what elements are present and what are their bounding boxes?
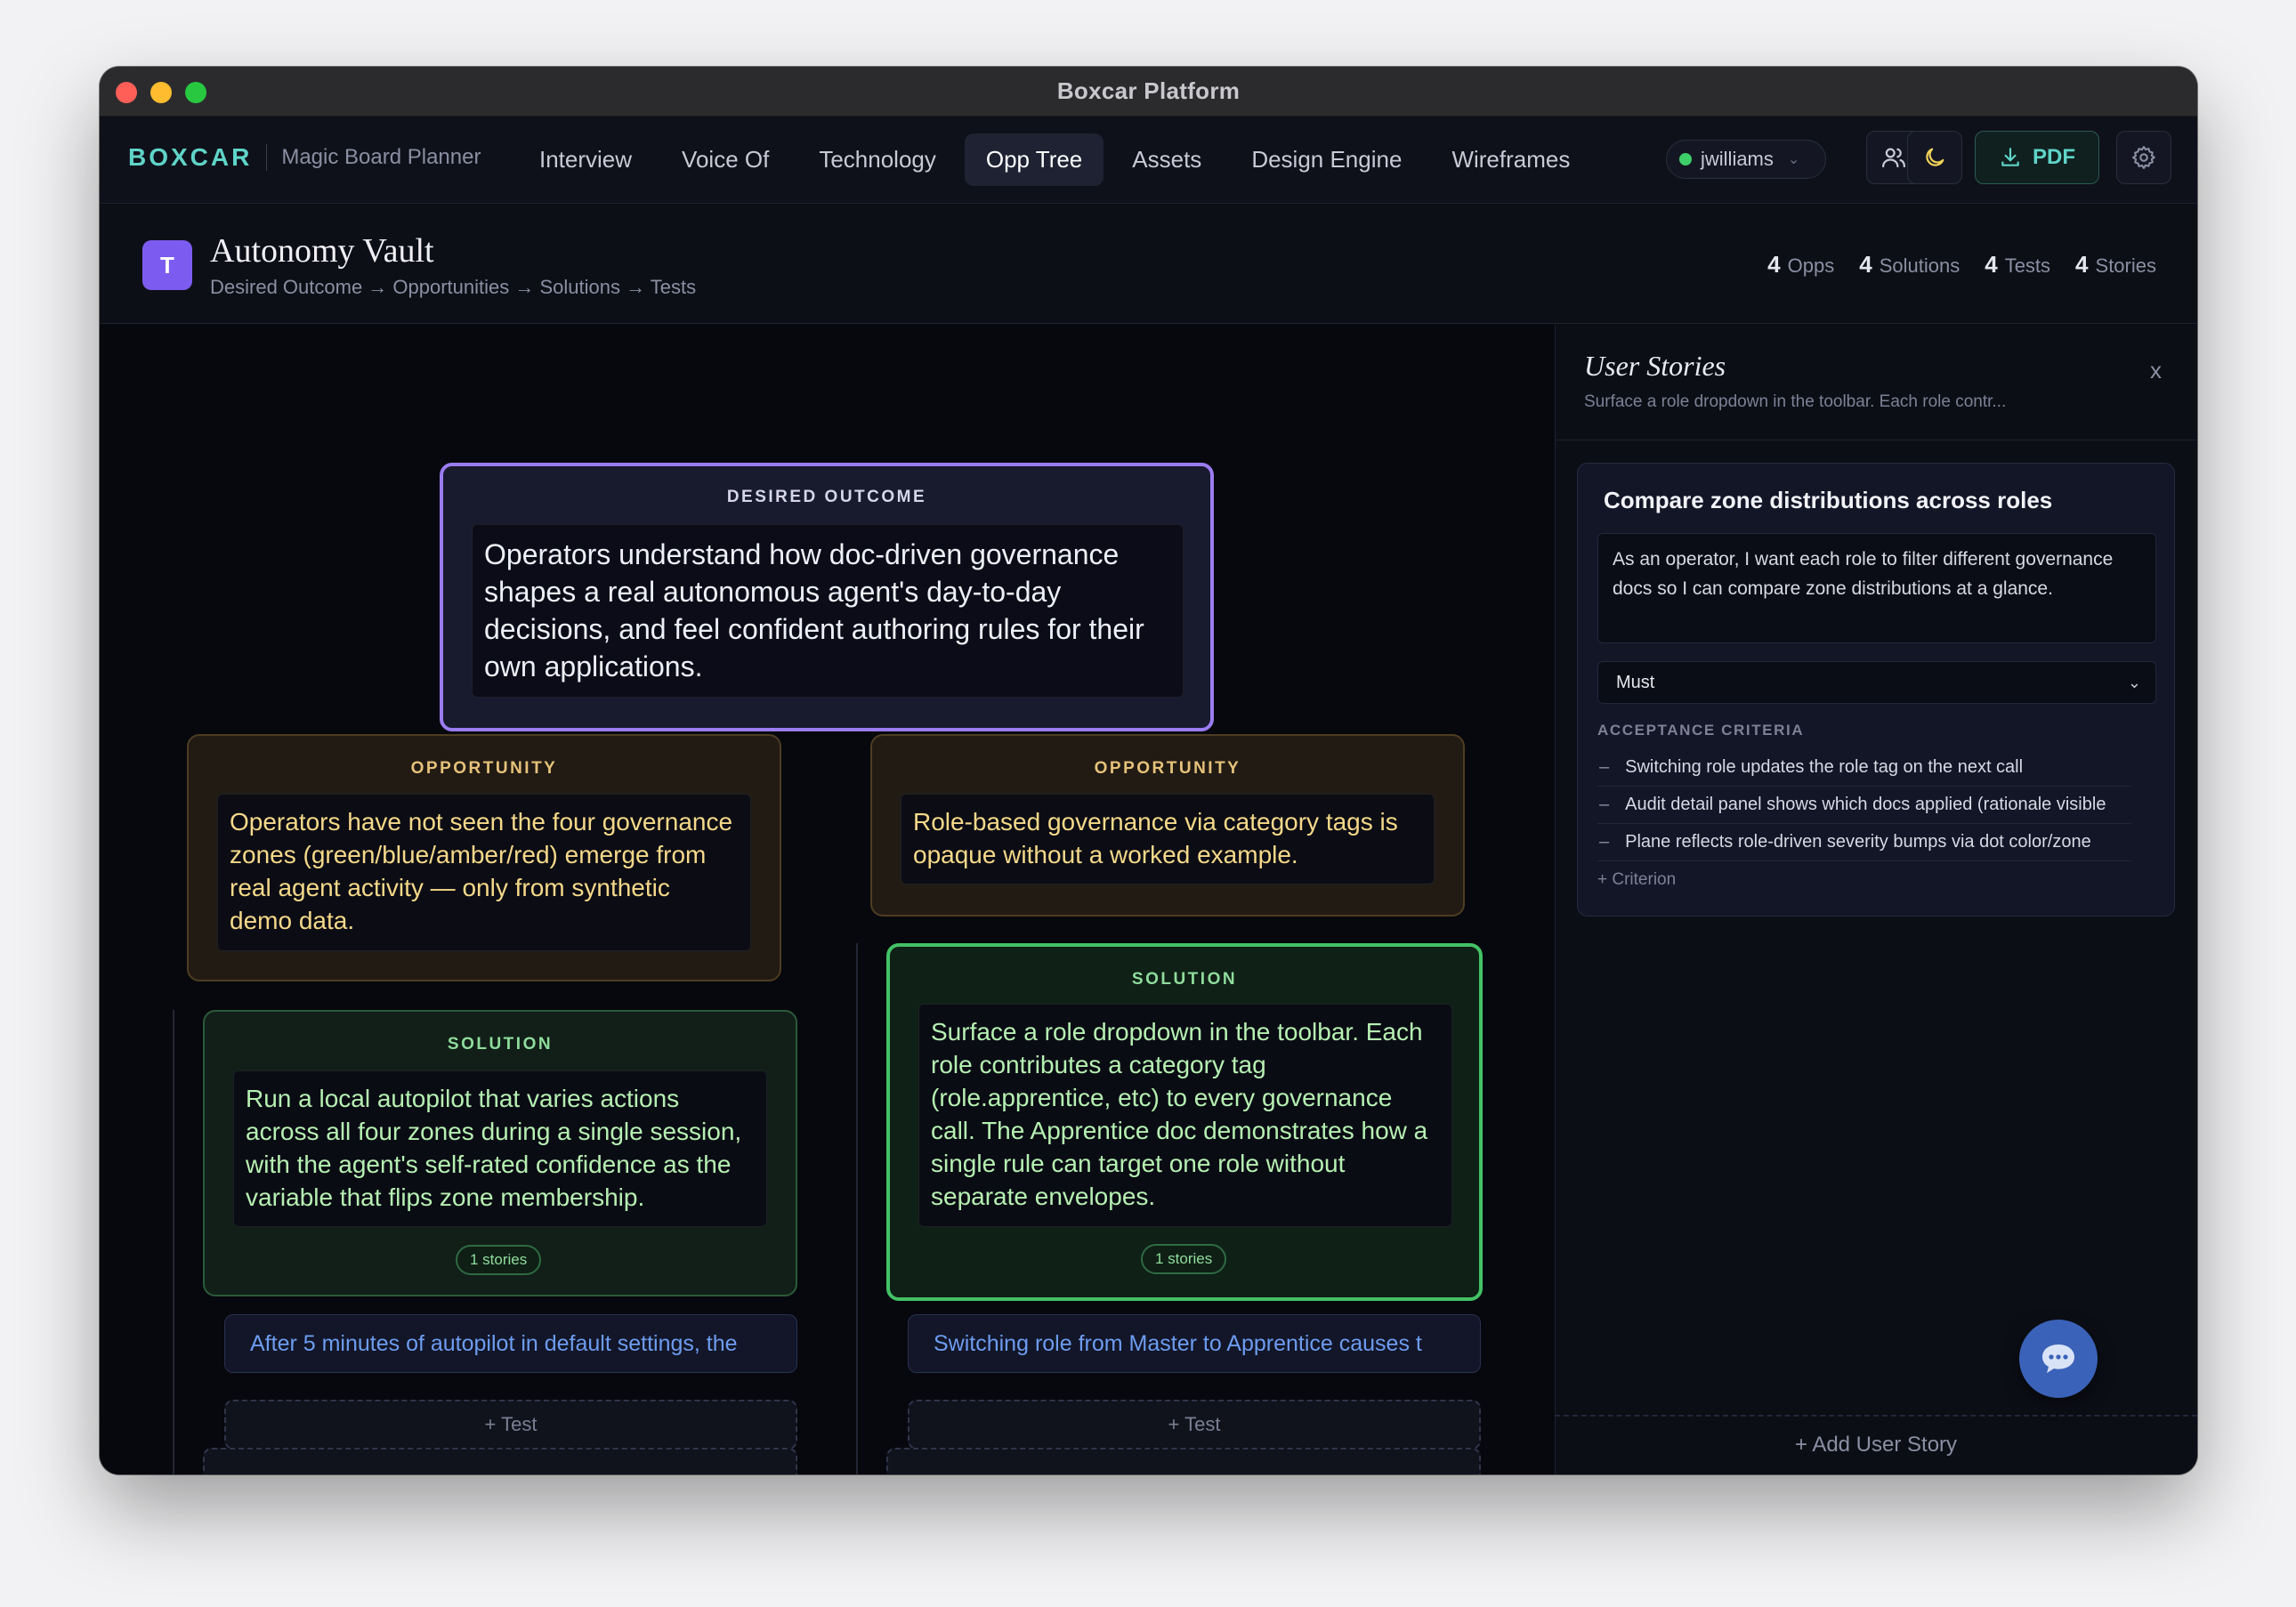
test-input[interactable]: After 5 minutes of autopilot in default …	[224, 1314, 797, 1373]
tab-design-engine[interactable]: Design Engine	[1230, 133, 1423, 186]
nav-tabs: Interview Voice Of Technology Opp Tree A…	[518, 133, 1598, 186]
chat-button[interactable]	[2019, 1320, 2098, 1398]
tab-opp-tree[interactable]: Opp Tree	[964, 133, 1104, 186]
add-test-button[interactable]: + Test	[224, 1400, 797, 1450]
add-solution-button[interactable]	[203, 1448, 797, 1474]
opportunity-textarea[interactable]: Role-based governance via category tags …	[901, 794, 1435, 884]
stat-opps: 4 Opps	[1767, 251, 1835, 278]
chevron-down-icon: ⌄	[1787, 152, 1800, 167]
card-label: DESIRED OUTCOME	[726, 488, 927, 506]
solution-card[interactable]: SOLUTION Run a local autopilot that vari…	[203, 1010, 797, 1296]
top-nav: BOXCAR Magic Board Planner Interview Voi…	[100, 117, 2197, 204]
priority-value: Must	[1616, 673, 1655, 692]
close-window-button[interactable]	[116, 82, 137, 103]
username: jwilliams	[1701, 148, 1774, 170]
card-label: SOLUTION	[1131, 970, 1238, 989]
test-input[interactable]: Switching role from Master to Apprentice…	[908, 1314, 1481, 1373]
dash-icon: –	[1599, 757, 1610, 777]
settings-button[interactable]	[2116, 131, 2171, 184]
tab-voice-of[interactable]: Voice Of	[660, 133, 790, 186]
opportunity-card[interactable]: OPPORTUNITY Operators have not seen the …	[187, 734, 781, 981]
criterion-item[interactable]: – Plane reflects role-driven severity bum…	[1597, 824, 2131, 861]
desired-outcome-card[interactable]: DESIRED OUTCOME Operators understand how…	[440, 463, 1214, 731]
chevron-down-icon: ⌄	[2127, 674, 2141, 691]
breadcrumb: Desired Outcome → Opportunities → Soluti…	[210, 276, 697, 298]
opportunity-tree-canvas[interactable]: DESIRED OUTCOME Operators understand how…	[100, 325, 1555, 1474]
online-status-dot	[1679, 153, 1692, 166]
priority-select[interactable]: Must ⌄	[1597, 661, 2156, 704]
tree-connector-right	[856, 943, 858, 1474]
brand-subtitle: Magic Board Planner	[281, 145, 481, 169]
stat-solutions: 4 Solutions	[1859, 251, 1960, 278]
stories-badge[interactable]: 1 stories	[456, 1245, 542, 1275]
download-icon	[2001, 148, 2019, 166]
chat-bubble-icon	[2042, 1345, 2074, 1373]
tab-interview[interactable]: Interview	[518, 133, 653, 186]
acceptance-criteria-label: ACCEPTANCE CRITERIA	[1597, 722, 1805, 739]
tree-stats: 4 Opps 4 Solutions 4 Tests 4 Stories	[1767, 251, 2156, 279]
opportunity-textarea[interactable]: Operators have not seen the four governa…	[217, 794, 751, 951]
brand-logo[interactable]: BOXCAR	[128, 143, 252, 172]
close-icon[interactable]: x	[2150, 357, 2162, 384]
card-label: OPPORTUNITY	[1094, 759, 1241, 778]
add-test-button[interactable]: + Test	[908, 1400, 1481, 1450]
add-criterion-button[interactable]: + Criterion	[1597, 870, 1676, 890]
users-icon	[1882, 148, 1905, 168]
app-window: Boxcar Platform BOXCAR Magic Board Plann…	[100, 67, 2197, 1474]
criterion-item[interactable]: – Switching role updates the role tag on …	[1597, 749, 2131, 787]
tab-wireframes[interactable]: Wireframes	[1430, 133, 1591, 186]
add-solution-button[interactable]	[886, 1448, 1481, 1474]
card-label: SOLUTION	[447, 1035, 554, 1054]
stat-tests: 4 Tests	[1985, 251, 2051, 278]
pdf-label: PDF	[2033, 145, 2075, 169]
window-title: Boxcar Platform	[1056, 77, 1241, 104]
opportunity-card[interactable]: OPPORTUNITY Role-based governance via ca…	[870, 734, 1465, 917]
project-name: Autonomy Vault	[210, 232, 434, 270]
panel-title: User Stories	[1584, 350, 1726, 382]
card-label: OPPORTUNITY	[410, 759, 558, 778]
gear-icon	[2132, 146, 2155, 169]
window-controls	[116, 82, 206, 103]
user-menu[interactable]: jwilliams ⌄	[1666, 140, 1826, 179]
panel-subtitle: Surface a role dropdown in the toolbar. …	[1584, 392, 2007, 411]
brand: BOXCAR Magic Board Planner	[128, 143, 481, 172]
brand-divider	[266, 144, 268, 171]
solution-textarea[interactable]: Surface a role dropdown in the toolbar. …	[918, 1004, 1452, 1227]
criterion-item[interactable]: – Audit detail panel shows which docs app…	[1597, 787, 2131, 824]
add-user-story-button[interactable]: + Add User Story	[1555, 1415, 2197, 1474]
user-stories-panel: User Stories Surface a role dropdown in …	[1555, 325, 2197, 1474]
outcome-textarea[interactable]: Operators understand how doc-driven gove…	[472, 524, 1184, 698]
project-avatar: T	[142, 240, 192, 290]
user-story-card[interactable]: Compare zone distributions across roles …	[1577, 463, 2175, 917]
export-pdf-button[interactable]: PDF	[1975, 131, 2099, 184]
dash-icon: –	[1599, 795, 1610, 814]
tree-connector-left	[173, 1010, 174, 1474]
minimize-window-button[interactable]	[150, 82, 172, 103]
stat-stories: 4 Stories	[2075, 251, 2156, 278]
dash-icon: –	[1599, 832, 1610, 852]
moon-icon	[1926, 148, 1944, 166]
title-bar: Boxcar Platform	[100, 67, 2197, 117]
theme-toggle-button[interactable]	[1907, 131, 1962, 184]
story-textarea[interactable]: As an operator, I want each role to filt…	[1597, 533, 2156, 643]
solution-textarea[interactable]: Run a local autopilot that varies action…	[233, 1070, 767, 1227]
panel-header: User Stories Surface a role dropdown in …	[1556, 325, 2197, 440]
stories-badge[interactable]: 1 stories	[1141, 1244, 1227, 1274]
tab-technology[interactable]: Technology	[797, 133, 958, 186]
zoom-window-button[interactable]	[185, 82, 206, 103]
project-header: T Autonomy Vault Desired Outcome → Oppor…	[100, 205, 2197, 324]
tab-assets[interactable]: Assets	[1111, 133, 1223, 186]
story-title[interactable]: Compare zone distributions across roles	[1604, 487, 2052, 514]
solution-card-selected[interactable]: SOLUTION Surface a role dropdown in the …	[886, 943, 1483, 1301]
